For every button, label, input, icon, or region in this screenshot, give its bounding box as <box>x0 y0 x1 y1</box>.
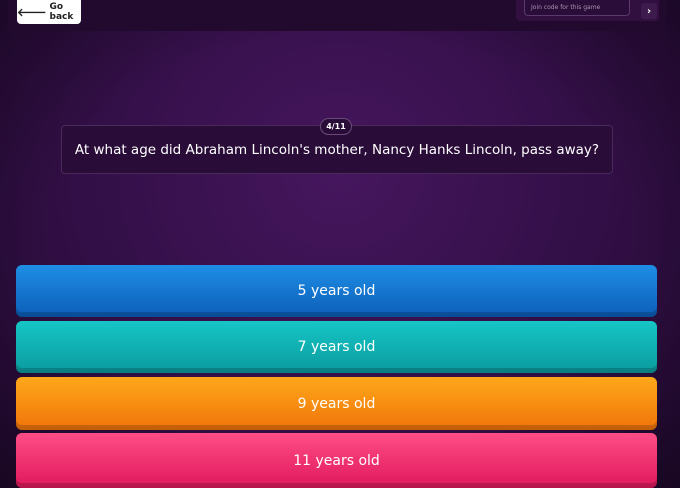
go-back-button[interactable]: 🡐 Go back <box>17 0 81 24</box>
answer-option-2[interactable]: 7 years old <box>16 321 657 373</box>
answer-option-label: 11 years old <box>293 452 380 469</box>
arrow-left-icon: 🡐 <box>17 6 47 19</box>
answer-option-label: 7 years old <box>297 339 376 355</box>
question-text: At what age did Abraham Lincoln's mother… <box>74 141 600 158</box>
question-counter: 4/11 <box>320 118 352 135</box>
chevron-right-icon[interactable]: › <box>641 3 657 19</box>
join-code-field[interactable]: Join code for this game <box>524 0 630 16</box>
go-back-label: Go back <box>49 2 74 22</box>
answer-option-1[interactable]: 5 years old <box>16 265 657 317</box>
answer-option-3[interactable]: 9 years old <box>16 377 657 430</box>
answer-option-label: 5 years old <box>297 283 376 299</box>
answer-option-4[interactable]: 11 years old <box>16 433 657 488</box>
answer-option-label: 9 years old <box>297 395 376 412</box>
